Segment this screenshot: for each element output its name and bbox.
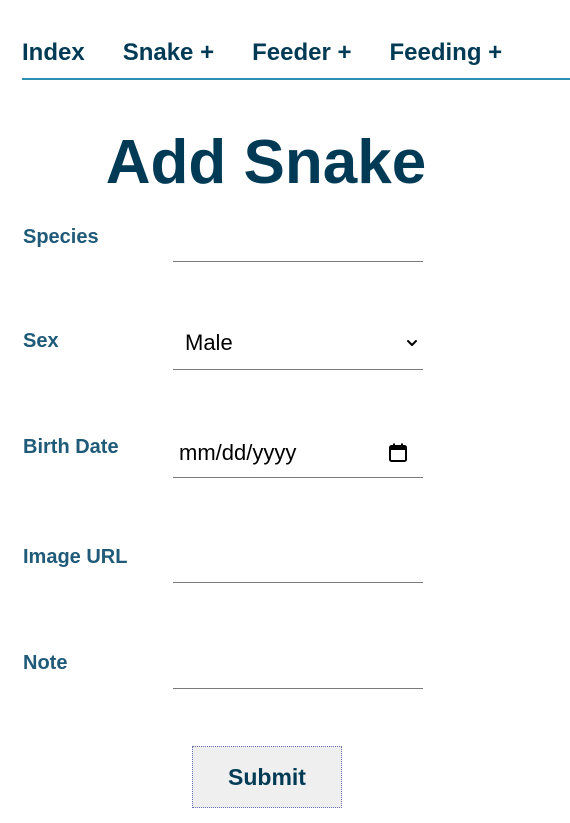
birth-date-placeholder: mm/dd/yyyy: [179, 440, 297, 465]
page-title: Add Snake: [105, 128, 427, 197]
nav-link-snake-add[interactable]: Snake +: [123, 36, 214, 70]
birth-date-label: Birth Date: [23, 436, 119, 458]
sex-selected-value: Male: [185, 330, 233, 355]
species-input[interactable]: [173, 224, 423, 262]
note-row: Note: [23, 650, 423, 690]
top-nav: Index Snake + Feeder + Feeding +: [22, 36, 570, 80]
species-label: Species: [23, 226, 99, 248]
calendar-icon[interactable]: [387, 442, 409, 464]
nav-link-index[interactable]: Index: [22, 36, 85, 70]
birth-date-row: Birth Date mm/dd/yyyy: [23, 430, 423, 478]
birth-date-input[interactable]: mm/dd/yyyy: [173, 430, 423, 478]
chevron-down-icon: [407, 340, 417, 346]
image-url-input[interactable]: [173, 545, 423, 583]
note-input[interactable]: [173, 651, 423, 689]
sex-label: Sex: [23, 330, 59, 352]
nav-link-feeder-add[interactable]: Feeder +: [252, 36, 351, 70]
note-label: Note: [23, 652, 68, 674]
image-url-label: Image URL: [23, 546, 128, 568]
species-row: Species: [23, 224, 423, 264]
nav-link-feeding-add[interactable]: Feeding +: [389, 36, 502, 70]
sex-row: Sex Male: [23, 322, 423, 370]
sex-select[interactable]: Male: [173, 322, 423, 370]
submit-button[interactable]: Submit: [192, 746, 342, 808]
image-url-row: Image URL: [23, 544, 423, 584]
